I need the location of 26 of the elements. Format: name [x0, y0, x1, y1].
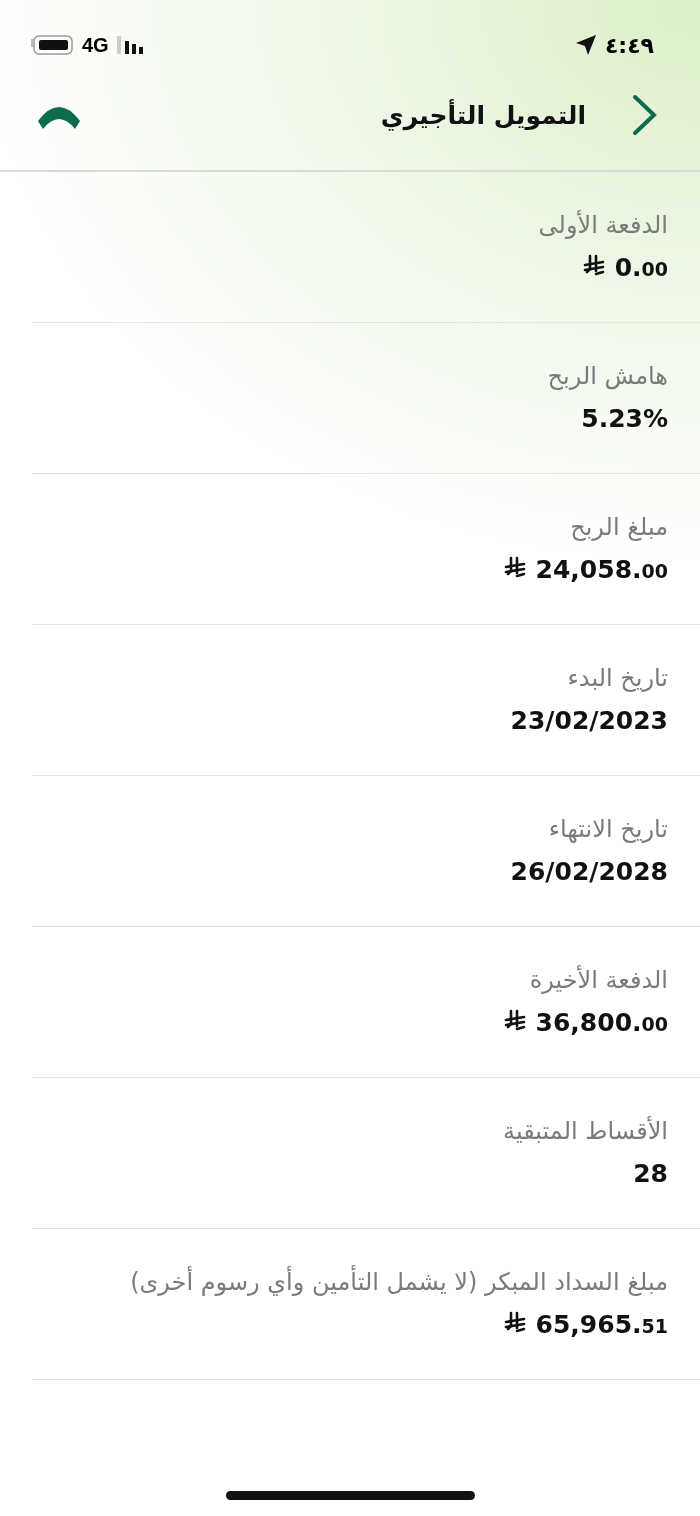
field-label: مبلغ السداد المبكر (لا يشمل التأمين وأي رسوم أخرى) [130, 1267, 668, 1296]
field-label: الأقساط المتبقية [503, 1116, 668, 1145]
field-label: تاريخ البدء [567, 663, 668, 692]
location-icon [574, 34, 597, 56]
battery-icon [30, 35, 74, 55]
amount-value: 0.00 [614, 252, 668, 282]
field-value: 26/02/2028 [510, 856, 668, 886]
field-label: هامش الربح [547, 361, 668, 390]
amount-value: 65,965.51 [535, 1309, 668, 1339]
riyal-icon [503, 1310, 526, 1333]
status-time: ٤:٤٩ [604, 32, 654, 58]
field-label: تاريخ الانتهاء [548, 814, 668, 843]
riyal-icon [503, 555, 526, 578]
amount-value: 36,800.00 [535, 1007, 668, 1037]
field-value: 5.23% [581, 403, 668, 433]
amount-value: 24,058.00 [535, 554, 668, 584]
field-label: الدفعة الأولى [538, 210, 668, 239]
field-label: مبلغ الربح [570, 512, 668, 541]
riyal-icon [503, 1008, 526, 1031]
riyal-icon [582, 253, 605, 276]
field-label: الدفعة الأخيرة [529, 965, 668, 994]
network-label: 4G [82, 33, 109, 57]
field-value: 23/02/2023 [510, 705, 668, 735]
back-chevron-icon[interactable] [632, 94, 658, 136]
field-value: 28 [633, 1158, 668, 1188]
page-title: التمويل التأجيري [380, 100, 586, 130]
